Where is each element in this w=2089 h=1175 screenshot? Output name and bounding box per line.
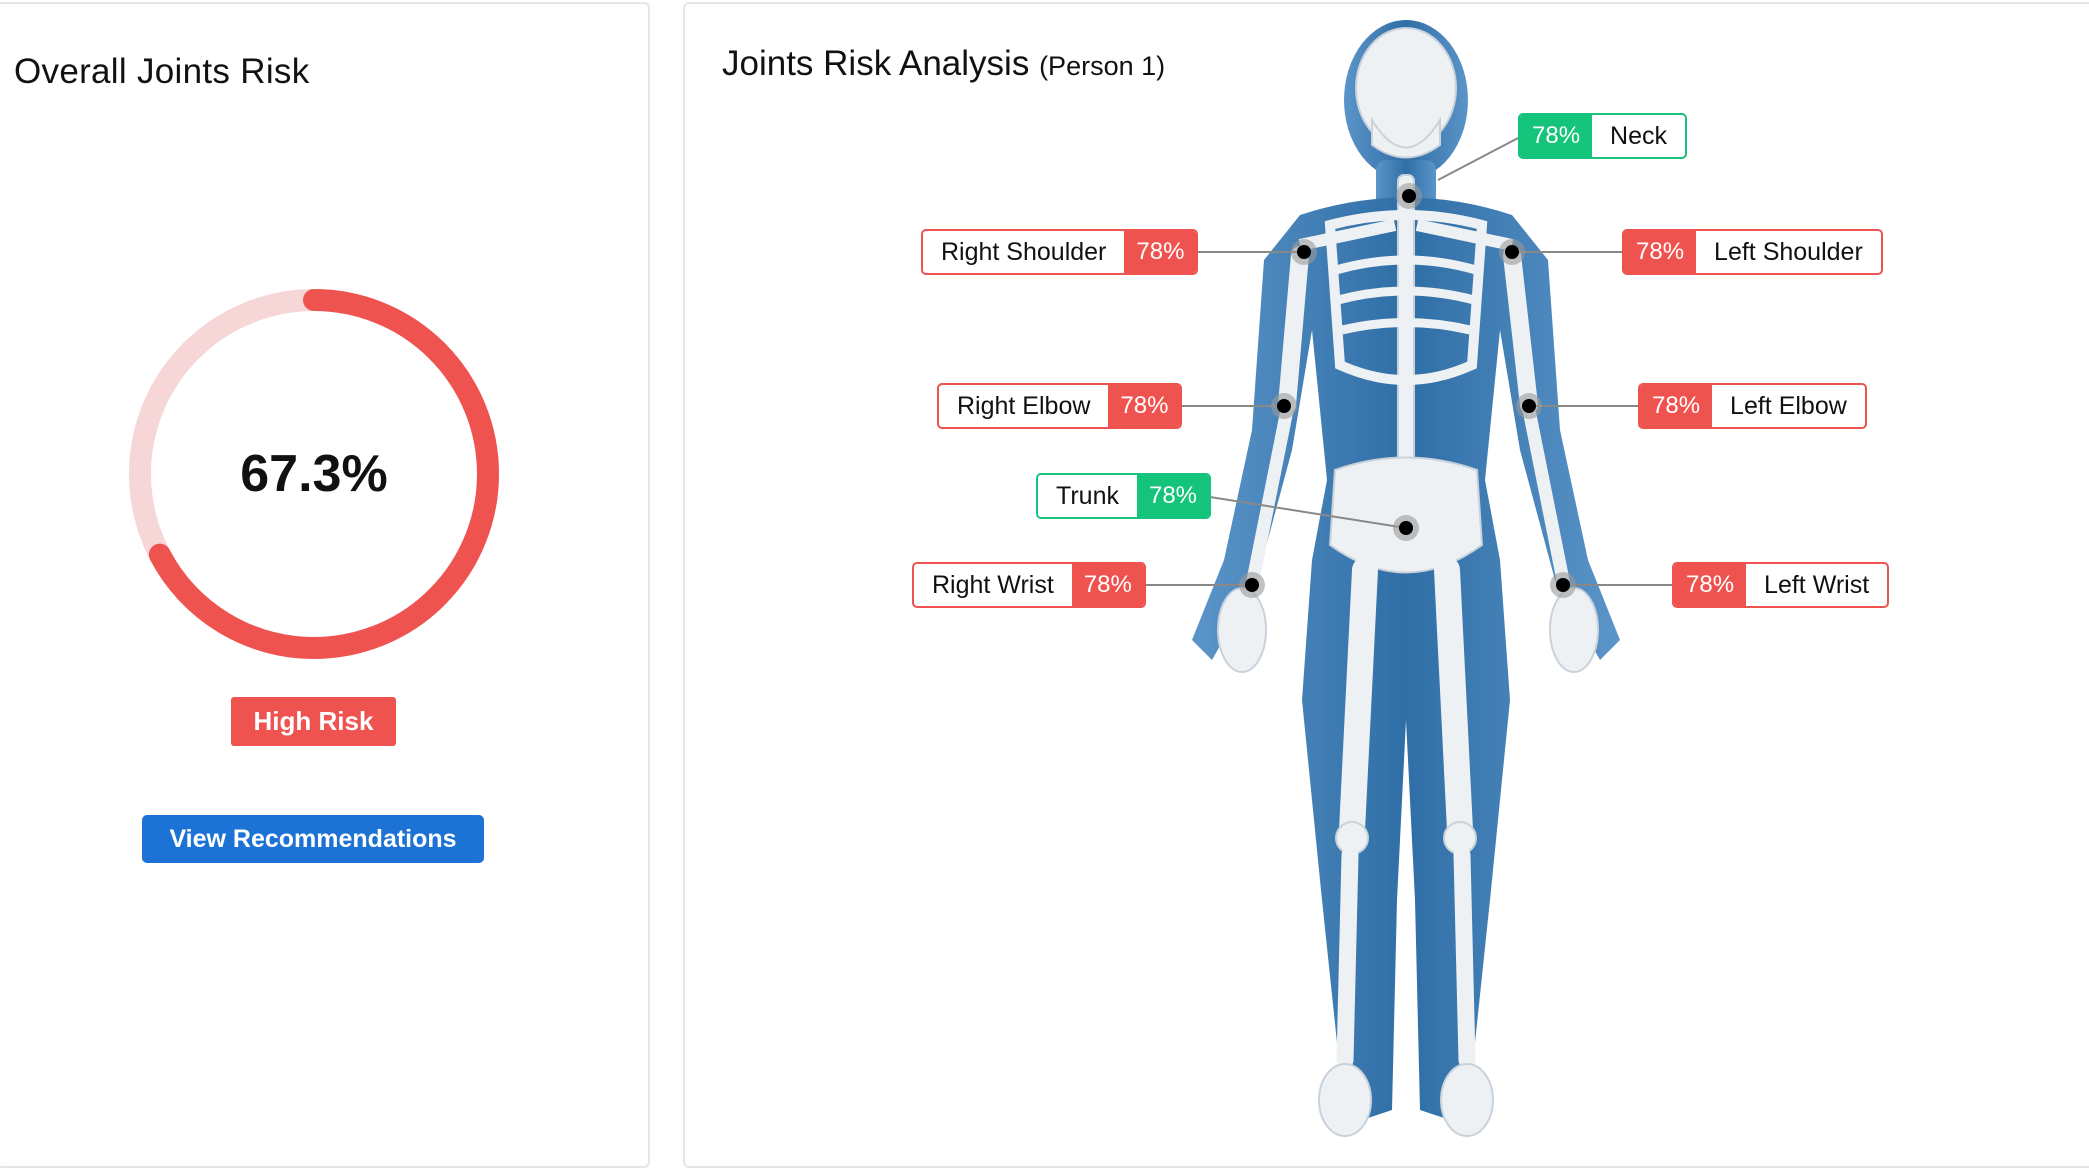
left-elbow-label[interactable]: 78% Left Elbow bbox=[1638, 383, 1867, 429]
right-wrist-name: Right Wrist bbox=[932, 570, 1054, 599]
right-elbow-label[interactable]: Right Elbow 78% bbox=[937, 383, 1183, 429]
left-shoulder-marker bbox=[1499, 239, 1525, 265]
left-shoulder-name: Left Shoulder bbox=[1714, 237, 1863, 266]
trunk-label[interactable]: Trunk 78% bbox=[1036, 473, 1212, 519]
trunk-name: Trunk bbox=[1056, 481, 1119, 510]
left-shoulder-label[interactable]: 78% Left Shoulder bbox=[1622, 229, 1883, 275]
neck-label[interactable]: 78% Neck bbox=[1518, 113, 1688, 159]
right-wrist-marker bbox=[1239, 572, 1265, 598]
right-elbow-risk-value: 78% bbox=[1108, 385, 1181, 427]
left-elbow-name: Left Elbow bbox=[1730, 391, 1847, 420]
right-shoulder-label[interactable]: Right Shoulder 78% bbox=[921, 229, 1199, 275]
trunk-marker bbox=[1393, 515, 1419, 541]
left-wrist-label[interactable]: 78% Left Wrist bbox=[1672, 562, 1890, 608]
right-shoulder-marker bbox=[1291, 239, 1317, 265]
left-wrist-risk-value: 78% bbox=[1674, 564, 1747, 606]
gauge-value: 67.3% bbox=[240, 445, 388, 503]
right-wrist-risk-value: 78% bbox=[1071, 564, 1144, 606]
left-shoulder-risk-value: 78% bbox=[1624, 231, 1697, 273]
risk-level-badge: High Risk bbox=[231, 697, 396, 746]
overall-risk-title: Overall Joints Risk bbox=[14, 52, 310, 91]
neck-marker bbox=[1396, 183, 1422, 209]
right-elbow-name: Right Elbow bbox=[957, 391, 1091, 420]
view-recommendations-button[interactable]: View Recommendations bbox=[142, 815, 484, 863]
trunk-risk-value: 78% bbox=[1136, 475, 1210, 517]
left-elbow-risk-value: 78% bbox=[1640, 385, 1713, 427]
right-shoulder-risk-value: 78% bbox=[1124, 231, 1197, 273]
neck-risk-value: 78% bbox=[1520, 115, 1593, 157]
right-wrist-label[interactable]: Right Wrist 78% bbox=[912, 562, 1146, 608]
right-shoulder-name: Right Shoulder bbox=[941, 237, 1107, 266]
left-wrist-name: Left Wrist bbox=[1764, 570, 1870, 599]
left-elbow-marker bbox=[1516, 393, 1542, 419]
right-elbow-marker bbox=[1271, 393, 1297, 419]
neck-name: Neck bbox=[1610, 121, 1668, 150]
left-wrist-marker bbox=[1550, 572, 1576, 598]
